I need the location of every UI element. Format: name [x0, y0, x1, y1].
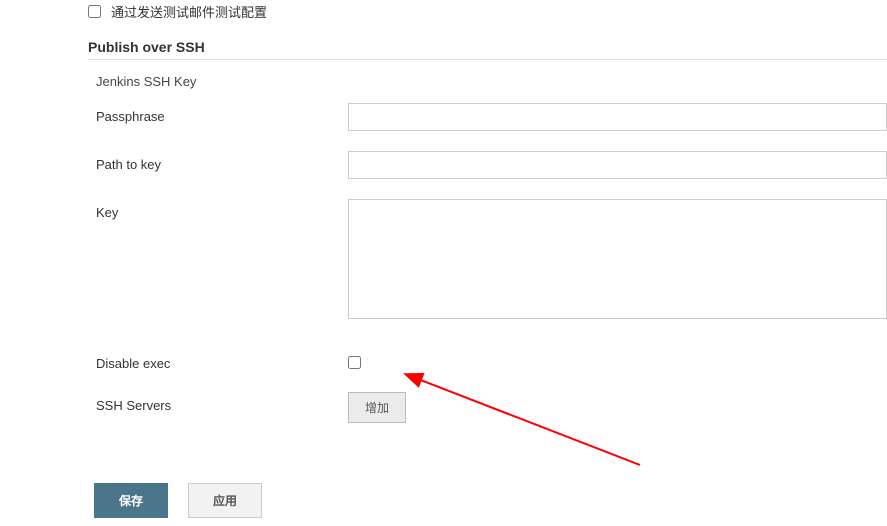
ssh-servers-label: SSH Servers: [88, 392, 348, 413]
disable-exec-checkbox[interactable]: [348, 356, 361, 369]
key-label: Key: [88, 199, 348, 220]
passphrase-label: Passphrase: [88, 103, 348, 124]
apply-button[interactable]: 应用: [188, 483, 262, 518]
test-email-checkbox[interactable]: [88, 5, 101, 18]
section-divider: [88, 59, 887, 60]
section-title: Publish over SSH: [88, 39, 887, 55]
add-button[interactable]: 增加: [348, 392, 406, 423]
path-to-key-label: Path to key: [88, 151, 348, 172]
save-button[interactable]: 保存: [94, 483, 168, 518]
test-email-label: 通过发送测试邮件测试配置: [111, 2, 267, 21]
passphrase-input[interactable]: [348, 103, 887, 131]
jenkins-ssh-key-label: Jenkins SSH Key: [88, 68, 887, 103]
path-to-key-input[interactable]: [348, 151, 887, 179]
key-textarea[interactable]: [348, 199, 887, 319]
disable-exec-label: Disable exec: [88, 350, 348, 371]
